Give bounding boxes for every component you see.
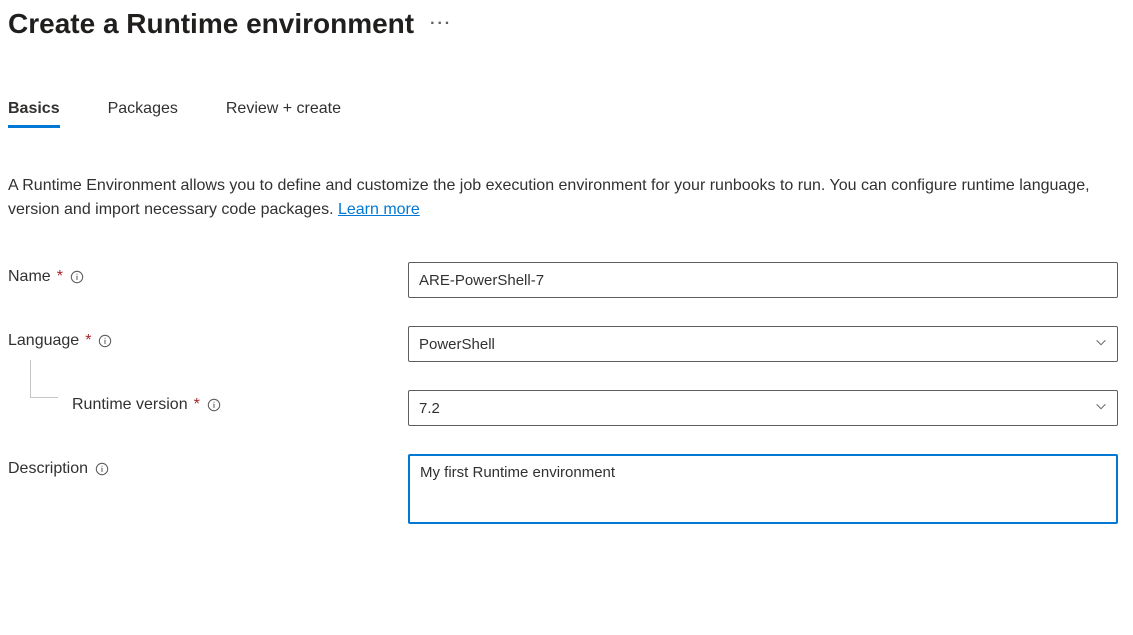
more-actions-button[interactable]: ···: [430, 15, 452, 33]
page-title: Create a Runtime environment: [8, 8, 414, 40]
name-input[interactable]: [408, 262, 1118, 298]
description-textarea[interactable]: My first Runtime environment: [408, 454, 1118, 524]
required-asterisk: *: [194, 396, 200, 414]
tree-connector: [30, 360, 58, 398]
tab-review-create[interactable]: Review + create: [226, 100, 341, 126]
language-label: Language *: [8, 326, 408, 350]
tab-packages[interactable]: Packages: [108, 100, 178, 126]
runtime-version-label: Runtime version *: [8, 390, 408, 414]
intro-description: A Runtime Environment allows you to defi…: [8, 177, 1090, 218]
learn-more-link[interactable]: Learn more: [338, 201, 420, 218]
tab-basics[interactable]: Basics: [8, 100, 60, 126]
required-asterisk: *: [85, 332, 91, 350]
info-icon[interactable]: [97, 333, 113, 349]
info-icon[interactable]: [69, 269, 85, 285]
description-label: Description: [8, 454, 408, 478]
info-icon[interactable]: [206, 397, 222, 413]
runtime-version-label-text: Runtime version: [72, 396, 188, 414]
runtime-version-select[interactable]: [408, 390, 1118, 426]
name-label-text: Name: [8, 268, 51, 286]
required-asterisk: *: [57, 268, 63, 286]
language-label-text: Language: [8, 332, 79, 350]
description-label-text: Description: [8, 460, 88, 478]
language-select[interactable]: [408, 326, 1118, 362]
intro-text: A Runtime Environment allows you to defi…: [8, 174, 1108, 222]
name-label: Name *: [8, 262, 408, 286]
info-icon[interactable]: [94, 461, 110, 477]
tab-bar: Basics Packages Review + create: [8, 100, 1125, 126]
